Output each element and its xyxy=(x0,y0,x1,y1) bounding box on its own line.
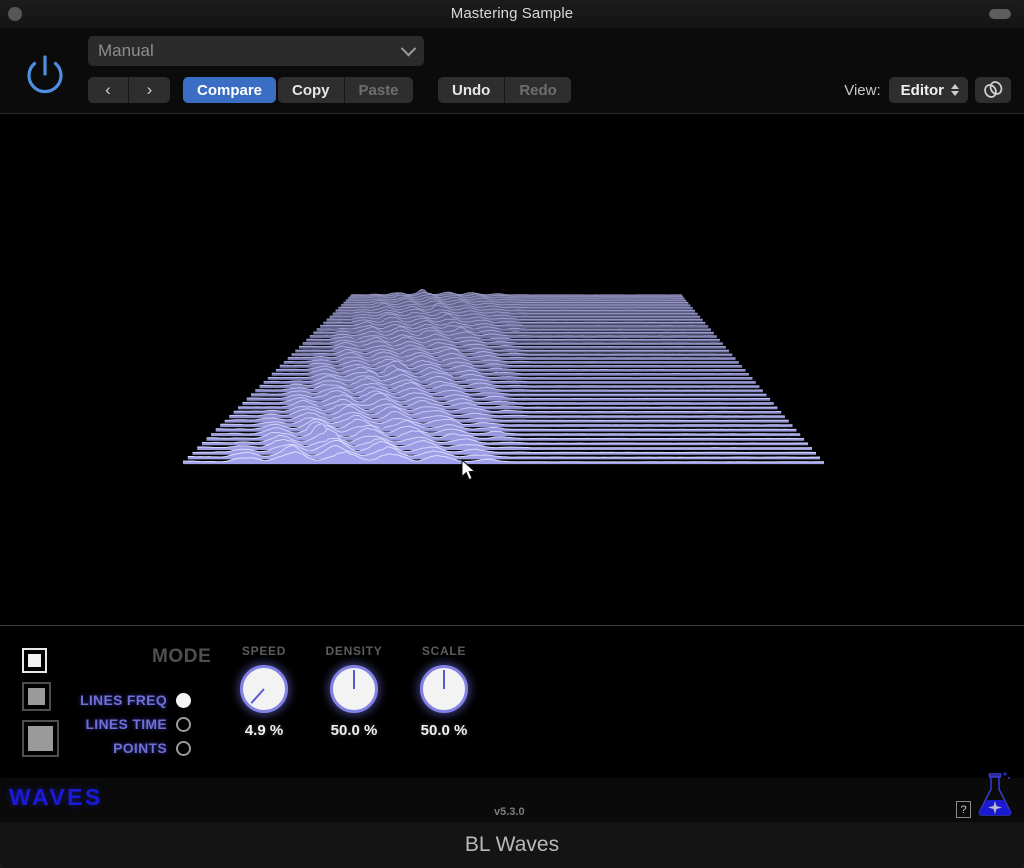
knob-pointer xyxy=(443,670,445,689)
knob-value-speed: 4.9 % xyxy=(244,722,284,739)
knob-label-scale: SCALE xyxy=(421,644,467,658)
preset-nav-group: ‹ › xyxy=(88,77,170,103)
knob-cell-scale: SCALE 50.0 % xyxy=(420,644,468,739)
mode-option-label: LINES FREQ xyxy=(80,692,168,708)
mode-radio-group: LINES FREQ LINES TIME POINTS xyxy=(80,690,192,758)
mode-option-label: POINTS xyxy=(113,740,168,756)
window-title: Mastering Sample xyxy=(450,5,574,22)
waves-brand-logo: WAVES xyxy=(9,784,103,810)
knob-group: SPEED 4.9 % DENSITY 50.0 % SCALE 50.0 % xyxy=(240,644,468,739)
preset-dropdown[interactable]: Manual xyxy=(88,36,424,66)
radio-icon xyxy=(176,692,192,708)
copy-paste-group: Copy Paste xyxy=(278,77,413,103)
mode-option-points[interactable]: POINTS xyxy=(80,738,192,758)
stepper-up-down-icon xyxy=(951,84,959,96)
chevron-down-icon xyxy=(400,40,417,56)
knob-value-density: 50.0 % xyxy=(330,722,378,739)
power-icon[interactable] xyxy=(20,50,70,100)
copy-button[interactable]: Copy xyxy=(278,77,345,103)
version-label: v5.3.0 xyxy=(494,806,525,818)
knob-pointer xyxy=(250,688,265,704)
knob-speed[interactable] xyxy=(240,665,288,713)
view-dropdown[interactable]: Editor xyxy=(888,77,968,103)
knob-density[interactable] xyxy=(330,665,378,713)
link-chain-icon[interactable] xyxy=(975,77,1011,103)
plugin-footer: BL Waves xyxy=(0,822,1024,868)
redo-button[interactable]: Redo xyxy=(505,77,571,103)
view-label: View: xyxy=(844,81,881,99)
size-large-button[interactable] xyxy=(22,720,59,757)
waves-flask-icon[interactable] xyxy=(974,770,1016,820)
mode-option-lines-time[interactable]: LINES TIME xyxy=(80,714,192,734)
radio-icon xyxy=(176,716,192,732)
compare-group: Compare xyxy=(183,77,277,103)
plugin-name: BL Waves xyxy=(464,833,560,856)
size-swatch xyxy=(28,688,45,705)
undo-button[interactable]: Undo xyxy=(438,77,506,103)
knob-label-speed: SPEED xyxy=(241,644,287,658)
mode-option-label: LINES TIME xyxy=(85,716,168,732)
help-button[interactable]: ? xyxy=(956,801,971,818)
knob-cell-density: DENSITY 50.0 % xyxy=(326,644,382,739)
knob-pointer xyxy=(353,670,355,689)
view-controls: View: Editor xyxy=(844,77,968,103)
window-pill-icon[interactable] xyxy=(989,9,1011,19)
knob-label-density: DENSITY xyxy=(325,644,383,658)
knob-scale[interactable] xyxy=(420,665,468,713)
plugin-toolbar: Manual ‹ › Compare Copy Paste Undo Redo … xyxy=(0,28,1024,114)
view-value: Editor xyxy=(900,81,944,99)
undo-redo-group: Undo Redo xyxy=(438,77,571,103)
compare-button[interactable]: Compare xyxy=(183,77,277,103)
mode-option-lines-freq[interactable]: LINES FREQ xyxy=(80,690,192,710)
spectrum-mesh xyxy=(183,288,824,465)
knob-value-scale: 50.0 % xyxy=(420,722,468,739)
size-selector-group xyxy=(22,648,59,757)
size-medium-button[interactable] xyxy=(22,682,51,711)
size-small-button[interactable] xyxy=(22,648,47,673)
plugin-window: Mastering Sample Manual ‹ › Compare Copy… xyxy=(0,0,1024,868)
preset-name: Manual xyxy=(98,41,154,60)
size-swatch xyxy=(28,654,41,667)
waterfall-display[interactable] xyxy=(0,114,1024,625)
paste-button[interactable]: Paste xyxy=(344,77,413,103)
window-titlebar: Mastering Sample xyxy=(0,0,1024,28)
size-swatch xyxy=(28,726,53,751)
knob-cell-speed: SPEED 4.9 % xyxy=(240,644,288,739)
mode-label: MODE xyxy=(152,646,212,667)
next-preset-button[interactable]: › xyxy=(129,77,170,103)
prev-preset-button[interactable]: ‹ xyxy=(88,77,129,103)
radio-icon xyxy=(176,740,192,756)
